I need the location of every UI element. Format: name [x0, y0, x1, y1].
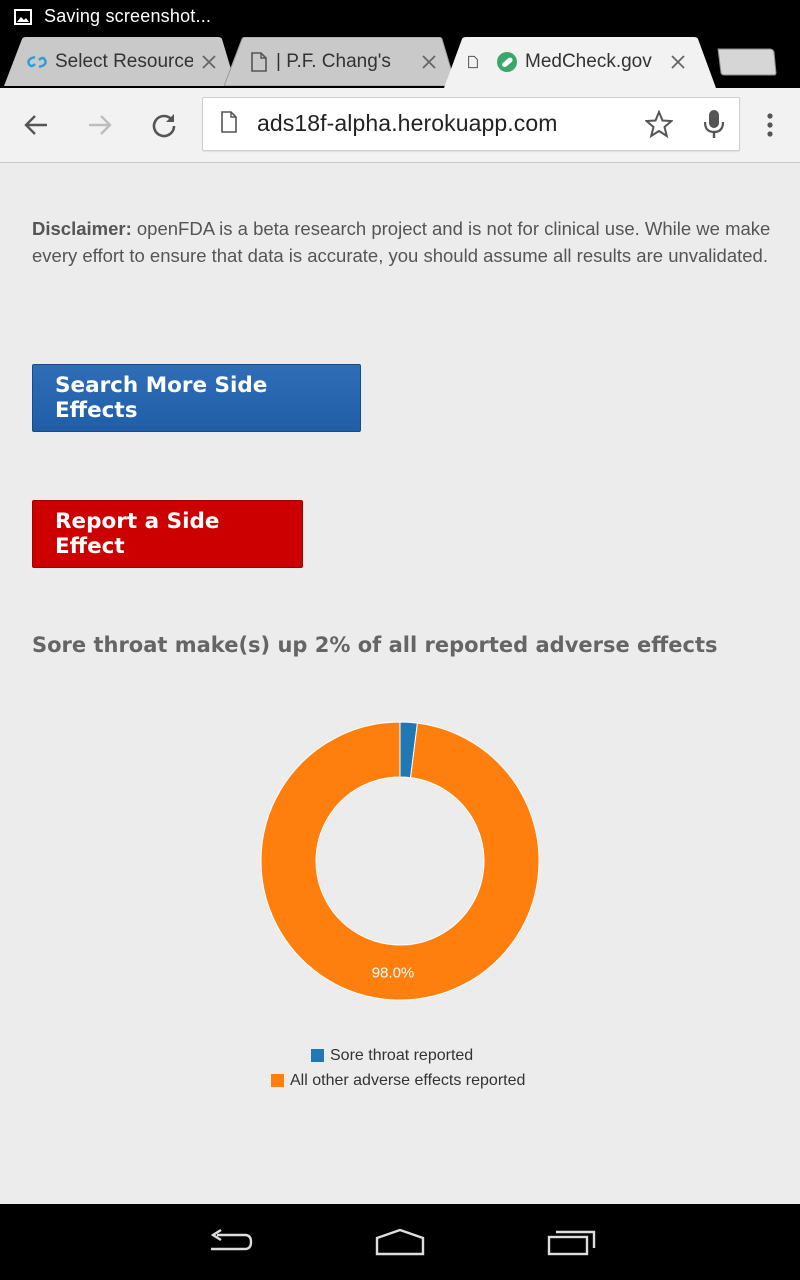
page-icon — [221, 111, 237, 137]
microphone-icon[interactable] — [703, 109, 725, 143]
page-icon — [248, 51, 270, 73]
chart-legend: Sore throat reported All other adverse ef… — [0, 1043, 800, 1093]
tab-medcheck[interactable]: MedCheck.gov — [444, 37, 716, 88]
tab-select-resource[interactable]: Select Resource — [4, 37, 236, 86]
legend-item: Sore throat reported — [311, 1043, 800, 1068]
image-icon — [14, 8, 34, 26]
home-nav-icon[interactable] — [350, 1204, 450, 1280]
donut-chart-svg: 98.0% — [260, 721, 540, 1001]
status-bar: Saving screenshot... — [0, 0, 800, 33]
navigation-bar — [0, 1204, 800, 1280]
legend-swatch — [271, 1074, 284, 1087]
legend-swatch — [311, 1049, 324, 1062]
forward-arrow-icon[interactable] — [76, 88, 124, 162]
address-bar[interactable]: ads18f-alpha.herokuapp.com — [202, 97, 740, 151]
tab-title: MedCheck.gov — [525, 50, 652, 72]
disclaimer: Disclaimer: openFDA is a beta research p… — [32, 216, 772, 269]
menu-icon[interactable] — [746, 88, 794, 162]
donut-data-label: 98.0% — [372, 964, 415, 981]
legend-label: All other adverse effects reported — [290, 1071, 526, 1089]
browser-toolbar: ads18f-alpha.herokuapp.com — [0, 88, 800, 163]
new-tab-button[interactable] — [714, 37, 778, 86]
tab-title: Select Resource — [55, 50, 193, 72]
search-more-side-effects-button[interactable]: Search More Side Effects — [32, 364, 361, 432]
disclaimer-text: openFDA is a beta research project and i… — [32, 218, 771, 266]
legend-label: Sore throat reported — [330, 1046, 474, 1064]
tab-pf-changs[interactable]: | P.F. Chang's — [224, 37, 456, 86]
notification-text: Saving screenshot... — [44, 6, 212, 26]
reload-icon[interactable] — [140, 88, 188, 162]
url-text[interactable]: ads18f-alpha.herokuapp.com — [257, 110, 558, 137]
medcheck-icon — [496, 51, 518, 73]
tab-title: | P.F. Chang's — [276, 50, 391, 72]
back-arrow-icon[interactable] — [12, 88, 60, 162]
back-nav-icon[interactable] — [180, 1204, 280, 1280]
recents-nav-icon[interactable] — [522, 1204, 622, 1280]
page-icon — [468, 52, 478, 72]
donut-slice-all-other-adverse-effects-reported — [260, 721, 540, 1001]
legend-item: All other adverse effects reported — [271, 1068, 800, 1093]
chart-headline: Sore throat make(s) up 2% of all reporte… — [32, 633, 718, 657]
close-tab-icon[interactable] — [666, 37, 690, 86]
link-icon — [26, 51, 48, 73]
tab-strip: Select Resource | P.F. Chang's MedCheck.… — [0, 33, 800, 88]
close-tab-icon[interactable] — [197, 37, 221, 86]
disclaimer-label: Disclaimer: — [32, 218, 132, 239]
page-content: Disclaimer: openFDA is a beta research p… — [0, 163, 800, 1204]
report-side-effect-button[interactable]: Report a Side Effect — [32, 500, 303, 568]
close-tab-icon[interactable] — [417, 37, 441, 86]
bookmark-star-icon[interactable] — [643, 109, 675, 142]
